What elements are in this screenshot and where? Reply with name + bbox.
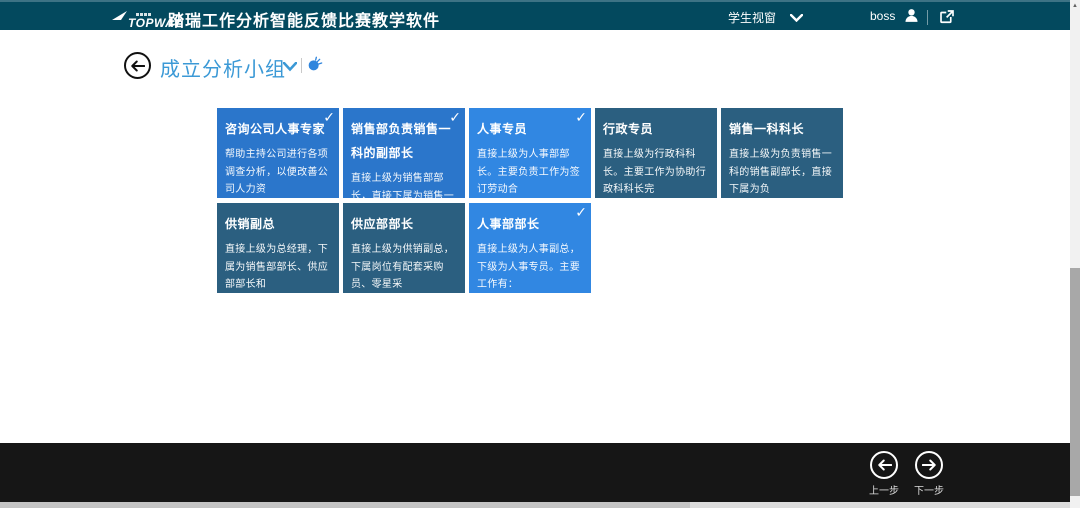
card-title: 咨询公司人事专家 bbox=[225, 117, 331, 141]
card-description: 直接上级为行政科科长。主要工作为协助行政科科长完 bbox=[603, 146, 709, 198]
vertical-scrollbar-thumb[interactable] bbox=[1070, 268, 1080, 496]
card-title: 销售一科科长 bbox=[729, 117, 835, 141]
next-step-label: 下一步 bbox=[909, 482, 949, 497]
student-window-dropdown[interactable]: 学生视窗 bbox=[728, 9, 803, 26]
arrow-left-icon bbox=[877, 459, 892, 471]
chevron-down-icon bbox=[790, 14, 803, 22]
prev-step-label: 上一步 bbox=[864, 482, 904, 497]
check-icon: ✓ bbox=[575, 109, 587, 126]
card-description: 直接上级为人事副总，下级为人事专员。主要工作有： bbox=[477, 241, 583, 293]
card-description: 直接上级为总经理，下属为销售部部长、供应部部长和 bbox=[225, 241, 331, 293]
app-header: TOPWAY 踏瑞工作分析智能反馈比赛教学软件 学生视窗 boss bbox=[0, 0, 1080, 30]
student-window-label: 学生视窗 bbox=[728, 9, 776, 26]
card-description: 直接上级为销售部部长，直接下属为销售一科科长。主 bbox=[351, 170, 457, 198]
title-divider bbox=[301, 58, 302, 73]
arrow-right-icon bbox=[922, 459, 937, 471]
role-card-grid: ✓ 咨询公司人事专家 帮助主持公司进行各项调查分析，以便改善公司人力资 ✓ 销售… bbox=[217, 108, 845, 293]
app-window: TOPWAY 踏瑞工作分析智能反馈比赛教学软件 学生视窗 boss bbox=[0, 0, 1080, 508]
back-button[interactable] bbox=[124, 52, 151, 79]
card-description: 直接上级为负责销售一科的销售副部长，直接下属为负 bbox=[729, 146, 835, 198]
card-title: 供应部部长 bbox=[351, 212, 457, 236]
role-card[interactable]: 供应部部长 直接上级为供销副总，下属岗位有配套采购员、零星采 bbox=[343, 203, 465, 293]
scrollbar-corner bbox=[1070, 502, 1080, 508]
page-title: 成立分析小组 bbox=[160, 53, 286, 82]
check-icon: ✓ bbox=[449, 109, 461, 126]
page-title-chevron-icon[interactable] bbox=[283, 62, 297, 72]
share-icon bbox=[938, 8, 956, 26]
card-description: 直接上级为供销副总，下属岗位有配套采购员、零星采 bbox=[351, 241, 457, 293]
role-card[interactable]: 销售一科科长 直接上级为负责销售一科的销售副部长，直接下属为负 bbox=[721, 108, 843, 198]
user-icon bbox=[903, 7, 920, 24]
scroll-up-icon[interactable]: ▲ bbox=[1070, 0, 1080, 12]
username: boss bbox=[870, 9, 895, 23]
card-title: 供销副总 bbox=[225, 212, 331, 236]
card-description: 直接上级为人事部部长。主要负责工作为签订劳动合 bbox=[477, 146, 583, 198]
logo-swoosh-icon bbox=[112, 11, 128, 21]
plug-icon bbox=[307, 56, 323, 72]
horizontal-scrollbar-thumb[interactable] bbox=[0, 502, 690, 508]
card-title: 销售部负责销售一科的副部长 bbox=[351, 117, 457, 165]
vertical-scrollbar[interactable]: ▲ bbox=[1070, 0, 1080, 502]
role-card[interactable]: ✓ 人事部部长 直接上级为人事副总，下级为人事专员。主要工作有： bbox=[469, 203, 591, 293]
app-title: 踏瑞工作分析智能反馈比赛教学软件 bbox=[168, 7, 440, 31]
card-title: 人事专员 bbox=[477, 117, 583, 141]
card-title: 行政专员 bbox=[603, 117, 709, 141]
plug-button[interactable] bbox=[307, 56, 323, 72]
prev-step-button[interactable] bbox=[870, 451, 898, 479]
role-card[interactable]: ✓ 销售部负责销售一科的副部长 直接上级为销售部部长，直接下属为销售一科科长。主 bbox=[343, 108, 465, 198]
role-card[interactable]: ✓ 咨询公司人事专家 帮助主持公司进行各项调查分析，以便改善公司人力资 bbox=[217, 108, 339, 198]
app-footer: 上一步 下一步 bbox=[0, 443, 1080, 502]
check-icon: ✓ bbox=[323, 109, 335, 126]
share-button[interactable] bbox=[938, 8, 956, 26]
check-icon: ✓ bbox=[575, 204, 587, 221]
horizontal-scrollbar[interactable] bbox=[0, 502, 1070, 508]
card-description: 帮助主持公司进行各项调查分析，以便改善公司人力资 bbox=[225, 146, 331, 198]
role-card[interactable]: ✓ 人事专员 直接上级为人事部部长。主要负责工作为签订劳动合 bbox=[469, 108, 591, 198]
user-menu[interactable]: boss bbox=[870, 7, 920, 24]
logo-tagline-marks bbox=[136, 13, 151, 16]
arrow-left-icon bbox=[130, 60, 145, 72]
card-title: 人事部部长 bbox=[477, 212, 583, 236]
next-step-button[interactable] bbox=[915, 451, 943, 479]
header-divider bbox=[927, 10, 928, 25]
role-card[interactable]: 供销副总 直接上级为总经理，下属为销售部部长、供应部部长和 bbox=[217, 203, 339, 293]
role-card[interactable]: 行政专员 直接上级为行政科科长。主要工作为协助行政科科长完 bbox=[595, 108, 717, 198]
